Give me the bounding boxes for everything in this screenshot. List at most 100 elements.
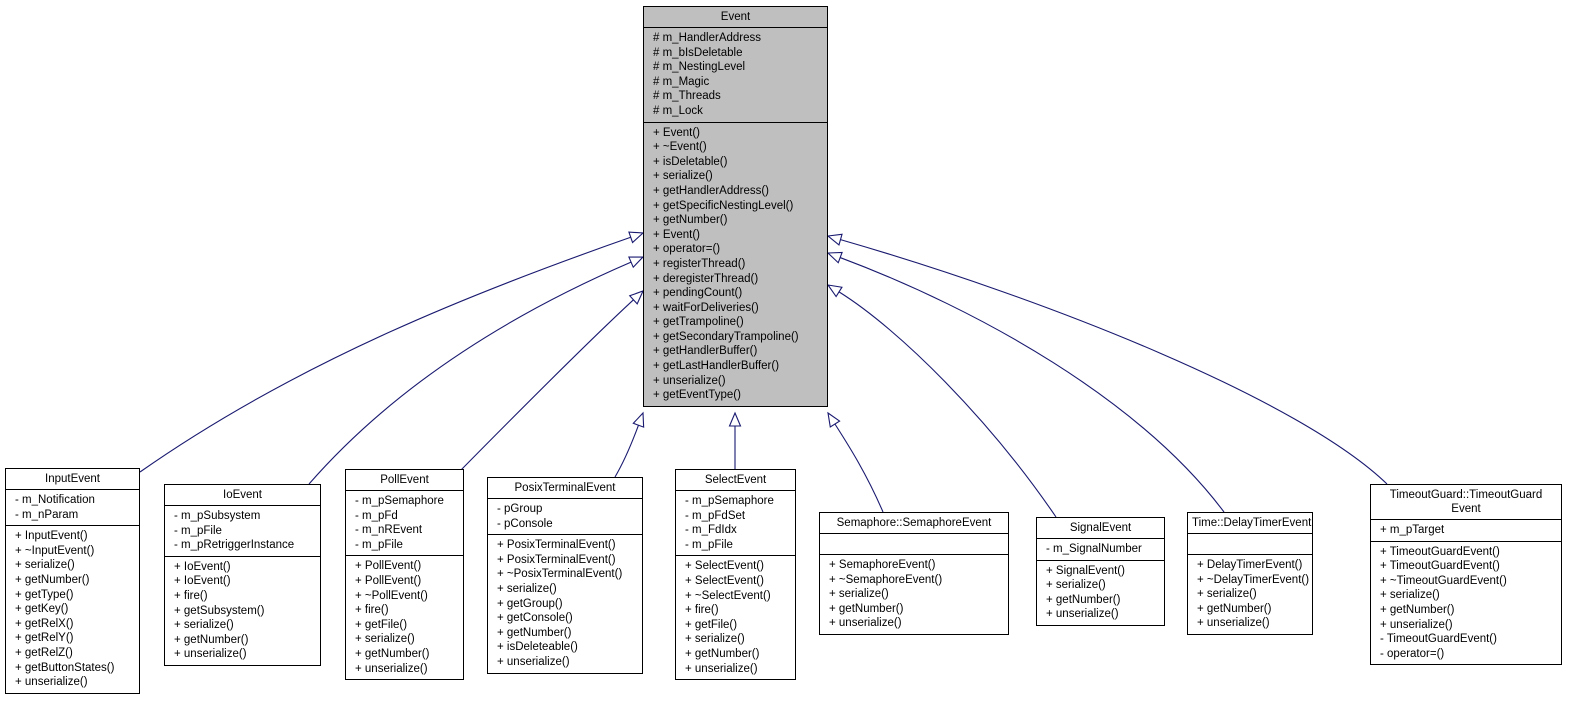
method: + registerThread(): [653, 257, 746, 270]
attribute: - m_Notification: [15, 494, 95, 506]
method: + ~InputEvent(): [15, 544, 95, 557]
class-box-delay-timer-event[interactable]: Time::DelayTimerEvent + DelayTimerEvent()…: [1187, 512, 1313, 635]
method: + getSubsystem(): [174, 604, 265, 617]
attributes-section: # m_HandlerAddress # m_bIsDeletable # m_Ne…: [644, 28, 827, 123]
method: + serialize(): [174, 619, 234, 632]
class-box-io-event[interactable]: IoEvent - m_pSubsystem - m_pFile - m_pRetri…: [164, 484, 321, 666]
method: + getNumber(): [1046, 593, 1121, 606]
method: + getRelY(): [15, 632, 74, 645]
method: + getNumber(): [829, 602, 904, 615]
methods-section: + InputEvent() + ~InputEvent() + serialize…: [6, 526, 139, 693]
method: + serialize(): [1380, 589, 1440, 602]
method: + DelayTimerEvent(): [1197, 559, 1303, 571]
method: + fire(): [174, 589, 208, 602]
inheritance-edge-io-event: [308, 261, 632, 485]
method: + unserialize(): [653, 374, 726, 387]
method: + getNumber(): [497, 626, 572, 639]
method: + fire(): [355, 604, 389, 617]
inheritance-edge-semaphore-event: [834, 423, 884, 513]
class-name: PosixTerminalEvent: [488, 478, 642, 499]
method: + getButtonStates(): [15, 661, 115, 674]
class-box-semaphore-event[interactable]: Semaphore::SemaphoreEvent + SemaphoreEven…: [819, 512, 1009, 635]
methods-section: + PosixTerminalEvent() + PosixTerminalEve…: [488, 535, 642, 672]
method: + unserialize(): [685, 662, 758, 675]
method: + PosixTerminalEvent(): [497, 539, 616, 552]
method: + ~SemaphoreEvent(): [829, 573, 943, 586]
class-box-event[interactable]: Event # m_HandlerAddress # m_bIsDeletable #…: [643, 6, 828, 407]
method: + isDeleteable(): [497, 641, 578, 654]
method: + getConsole(): [497, 612, 573, 625]
class-box-posix-terminal-event[interactable]: PosixTerminalEvent - pGroup - pConsole + Po…: [487, 477, 643, 674]
method: + serialize(): [497, 582, 557, 595]
method: + unserialize(): [355, 662, 428, 675]
class-name: SignalEvent: [1037, 518, 1164, 539]
inheritance-edge-input-event: [139, 236, 631, 473]
method: + unserialize(): [829, 617, 902, 630]
method: + TimeoutGuardEvent(): [1380, 545, 1500, 558]
class-box-select-event[interactable]: SelectEvent - m_pSemaphore - m_pFdSet - m_F…: [675, 469, 796, 681]
method: + Event(): [653, 228, 700, 241]
attribute: - m_SignalNumber: [1046, 543, 1142, 555]
class-box-input-event[interactable]: InputEvent - m_Notification - m_nParam + In…: [5, 468, 140, 694]
generalization-arrowhead-icon: [826, 233, 843, 246]
class-box-signal-event[interactable]: SignalEvent - m_SignalNumber + SignalEvent…: [1036, 517, 1165, 626]
attributes-section: - m_pSemaphore - m_pFdSet - m_FdIdx - m_pFi…: [676, 491, 795, 557]
generalization-arrowhead-icon: [628, 256, 645, 269]
method: + getType(): [15, 588, 74, 601]
method: + getKey(): [15, 603, 69, 616]
method: + getNumber(): [1197, 602, 1272, 615]
method: + ~SelectEvent(): [685, 589, 771, 602]
generalization-arrowhead-icon: [826, 284, 843, 298]
methods-section: + SemaphoreEvent() + ~SemaphoreEvent() + s…: [820, 555, 1008, 634]
generalization-arrowhead-icon: [728, 411, 742, 427]
method: + serialize(): [1046, 579, 1106, 592]
attribute: - m_pFdSet: [685, 509, 746, 522]
methods-section: + IoEvent() + IoEvent() + fire() + getSubsy…: [165, 557, 320, 665]
method: + PollEvent(): [355, 560, 422, 573]
class-box-timeout-guard-event[interactable]: TimeoutGuard::TimeoutGuard Event + m_pTarg…: [1370, 484, 1562, 666]
method: + IoEvent(): [174, 560, 231, 573]
method: + unserialize(): [1197, 617, 1270, 630]
method: + getNumber(): [174, 633, 249, 646]
methods-section: + PollEvent() + PollEvent() + ~PollEvent()…: [346, 556, 463, 679]
inheritance-edge-poll-event: [459, 299, 634, 472]
class-box-poll-event[interactable]: PollEvent - m_pSemaphore - m_pFd - m_nREven…: [345, 469, 464, 681]
method: + getSpecificNestingLevel(): [653, 199, 794, 212]
method: + getHandlerBuffer(): [653, 345, 758, 358]
method: + getNumber(): [15, 573, 90, 586]
attributes-section: [820, 534, 1008, 555]
inheritance-edge-timeout-guard-event: [840, 239, 1388, 485]
attributes-section: - m_pSemaphore - m_pFd - m_nREvent - m_pFil…: [346, 491, 463, 557]
attribute: # m_Magic: [653, 75, 710, 88]
method: + IoEvent(): [174, 575, 231, 588]
method: + getRelX(): [15, 617, 74, 630]
method: + unserialize(): [15, 676, 88, 689]
method: + waitForDeliveries(): [653, 301, 759, 314]
class-name: SelectEvent: [676, 470, 795, 491]
inheritance-edge-signal-event: [838, 291, 1057, 518]
class-name: IoEvent: [165, 485, 320, 506]
methods-section: + Event() + ~Event() + isDeletable() + seri…: [644, 123, 827, 406]
method: + TimeoutGuardEvent(): [1380, 560, 1500, 573]
generalization-arrowhead-icon: [632, 411, 645, 428]
method: + PollEvent(): [355, 574, 422, 587]
method: + deregisterThread(): [653, 272, 759, 285]
class-name: TimeoutGuard::TimeoutGuard Event: [1371, 485, 1561, 520]
method: + InputEvent(): [15, 530, 88, 543]
attributes-section: - m_SignalNumber: [1037, 539, 1164, 561]
method: + SemaphoreEvent(): [829, 559, 936, 571]
generalization-arrowhead-icon: [628, 231, 645, 244]
methods-section: + SelectEvent() + SelectEvent() + ~SelectE…: [676, 556, 795, 679]
generalization-arrowhead-icon: [827, 411, 841, 428]
method: - operator=(): [1380, 647, 1445, 660]
attributes-section: [1188, 534, 1312, 555]
attribute: - pGroup: [497, 503, 543, 515]
method: + ~TimeoutGuardEvent(): [1380, 574, 1507, 587]
method: + operator=(): [653, 243, 721, 256]
method: + unserialize(): [497, 655, 570, 668]
attribute: - m_pSemaphore: [685, 495, 774, 507]
attribute: # m_Threads: [653, 90, 721, 103]
method: + serialize(): [685, 633, 745, 646]
method: + getTrampoline(): [653, 316, 744, 329]
attribute: - pConsole: [497, 517, 553, 530]
